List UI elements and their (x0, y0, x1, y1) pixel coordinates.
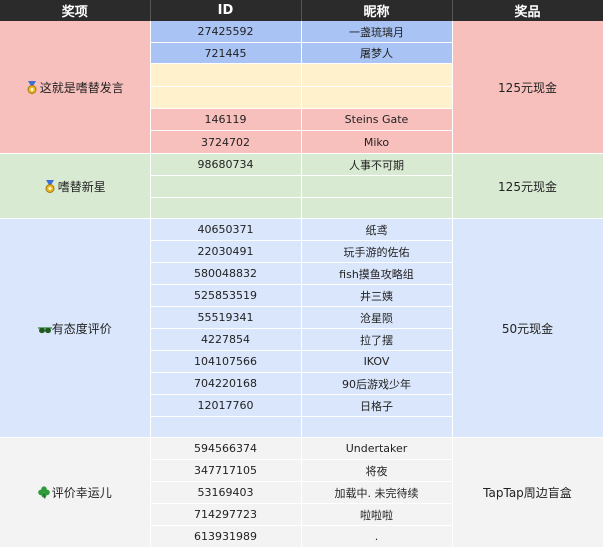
user-id-cell: 98680734 (150, 153, 302, 176)
nickname-cell: 啦啦啦 (301, 503, 453, 526)
nickname-cell (301, 175, 453, 198)
award-cell: 有态度评价 (0, 218, 151, 438)
nickname-cell: 井三姨 (301, 284, 453, 307)
nickname-cell: Undertaker (301, 437, 453, 460)
user-id-cell: 4227854 (150, 328, 302, 351)
award-label: 嗜替新星 (57, 179, 106, 194)
nickname-cell: Steins Gate (301, 108, 453, 131)
nickname-cell: 日格子 (301, 394, 453, 417)
user-id-cell: 22030491 (150, 240, 302, 263)
nickname-cell: 将夜 (301, 459, 453, 482)
user-id-cell (150, 86, 302, 109)
award-cell: 嗜替新星 (0, 153, 151, 219)
winners-table: 奖项 ID 昵称 奖品 这就是嗜替发言 27425592 一盏琉璃月 125元现金 72… (0, 0, 603, 548)
user-id-cell: 146119 (150, 108, 302, 131)
award-label: 这就是嗜替发言 (39, 80, 124, 95)
nickname-cell: . (301, 525, 453, 548)
user-id-cell: 580048832 (150, 262, 302, 285)
prize-cell: 125元现金 (452, 21, 603, 154)
prize-cell: 125元现金 (452, 153, 603, 219)
user-id-cell: 704220168 (150, 372, 302, 395)
header-nickname: 昵称 (301, 0, 453, 21)
nickname-cell: Miko (301, 130, 453, 154)
header-row: 奖项 ID 昵称 奖品 (0, 0, 603, 21)
user-id-cell: 53169403 (150, 481, 302, 504)
user-id-cell: 55519341 (150, 306, 302, 329)
user-id-cell (150, 63, 302, 87)
user-id-cell (150, 175, 302, 198)
header-prize: 奖品 (452, 0, 603, 21)
table-row: 嗜替新星 98680734 人事不可期 125元现金 (0, 153, 603, 219)
user-id-cell: 594566374 (150, 437, 302, 460)
user-id-cell (150, 197, 302, 219)
nickname-cell: 玩手游的佐佑 (301, 240, 453, 263)
header-award: 奖项 (0, 0, 151, 21)
sunglasses-icon (37, 324, 52, 337)
user-id-cell: 12017760 (150, 394, 302, 417)
nickname-cell (301, 416, 453, 438)
nickname-cell: 沧星陨 (301, 306, 453, 329)
table-row: 评价幸运儿 594566374 Undertaker TapTap周边盲盒 (0, 437, 603, 548)
nickname-cell (301, 63, 453, 87)
header-id: ID (150, 0, 302, 21)
user-id-cell: 27425592 (150, 21, 302, 43)
award-cell: 这就是嗜替发言 (0, 21, 151, 154)
user-id-cell: 714297723 (150, 503, 302, 526)
prize-cell: 50元现金 (452, 218, 603, 438)
prize-cell: TapTap周边盲盒 (452, 437, 603, 548)
user-id-cell: 347717105 (150, 459, 302, 482)
award-cell: 评价幸运儿 (0, 437, 151, 548)
table-row: 这就是嗜替发言 27425592 一盏琉璃月 125元现金 (0, 21, 603, 154)
nickname-cell: 拉了摆 (301, 328, 453, 351)
user-id-cell: 525853519 (150, 284, 302, 307)
user-id-cell: 104107566 (150, 350, 302, 373)
user-id-cell: 3724702 (150, 130, 302, 154)
user-id-cell: 721445 (150, 42, 302, 64)
user-id-cell: 40650371 (150, 218, 302, 241)
user-id-cell: 613931989 (150, 525, 302, 548)
nickname-cell: 90后游戏少年 (301, 372, 453, 395)
award-label: 有态度评价 (51, 321, 112, 336)
nickname-cell (301, 86, 453, 109)
nickname-cell: IKOV (301, 350, 453, 373)
nickname-cell: fish摸鱼攻略组 (301, 262, 453, 285)
nickname-cell: 纸鸢 (301, 218, 453, 241)
medal-icon (44, 179, 56, 193)
user-id-cell (150, 416, 302, 438)
medal-icon (26, 80, 38, 94)
clover-icon (37, 486, 50, 499)
nickname-cell: 一盏琉璃月 (301, 21, 453, 43)
nickname-cell: 加载中. 未完待续 (301, 481, 453, 504)
nickname-cell (301, 197, 453, 219)
nickname-cell: 屠梦人 (301, 42, 453, 64)
award-label: 评价幸运儿 (51, 486, 112, 500)
table-row: 有态度评价 40650371 纸鸢 50元现金 (0, 218, 603, 438)
nickname-cell: 人事不可期 (301, 153, 453, 176)
